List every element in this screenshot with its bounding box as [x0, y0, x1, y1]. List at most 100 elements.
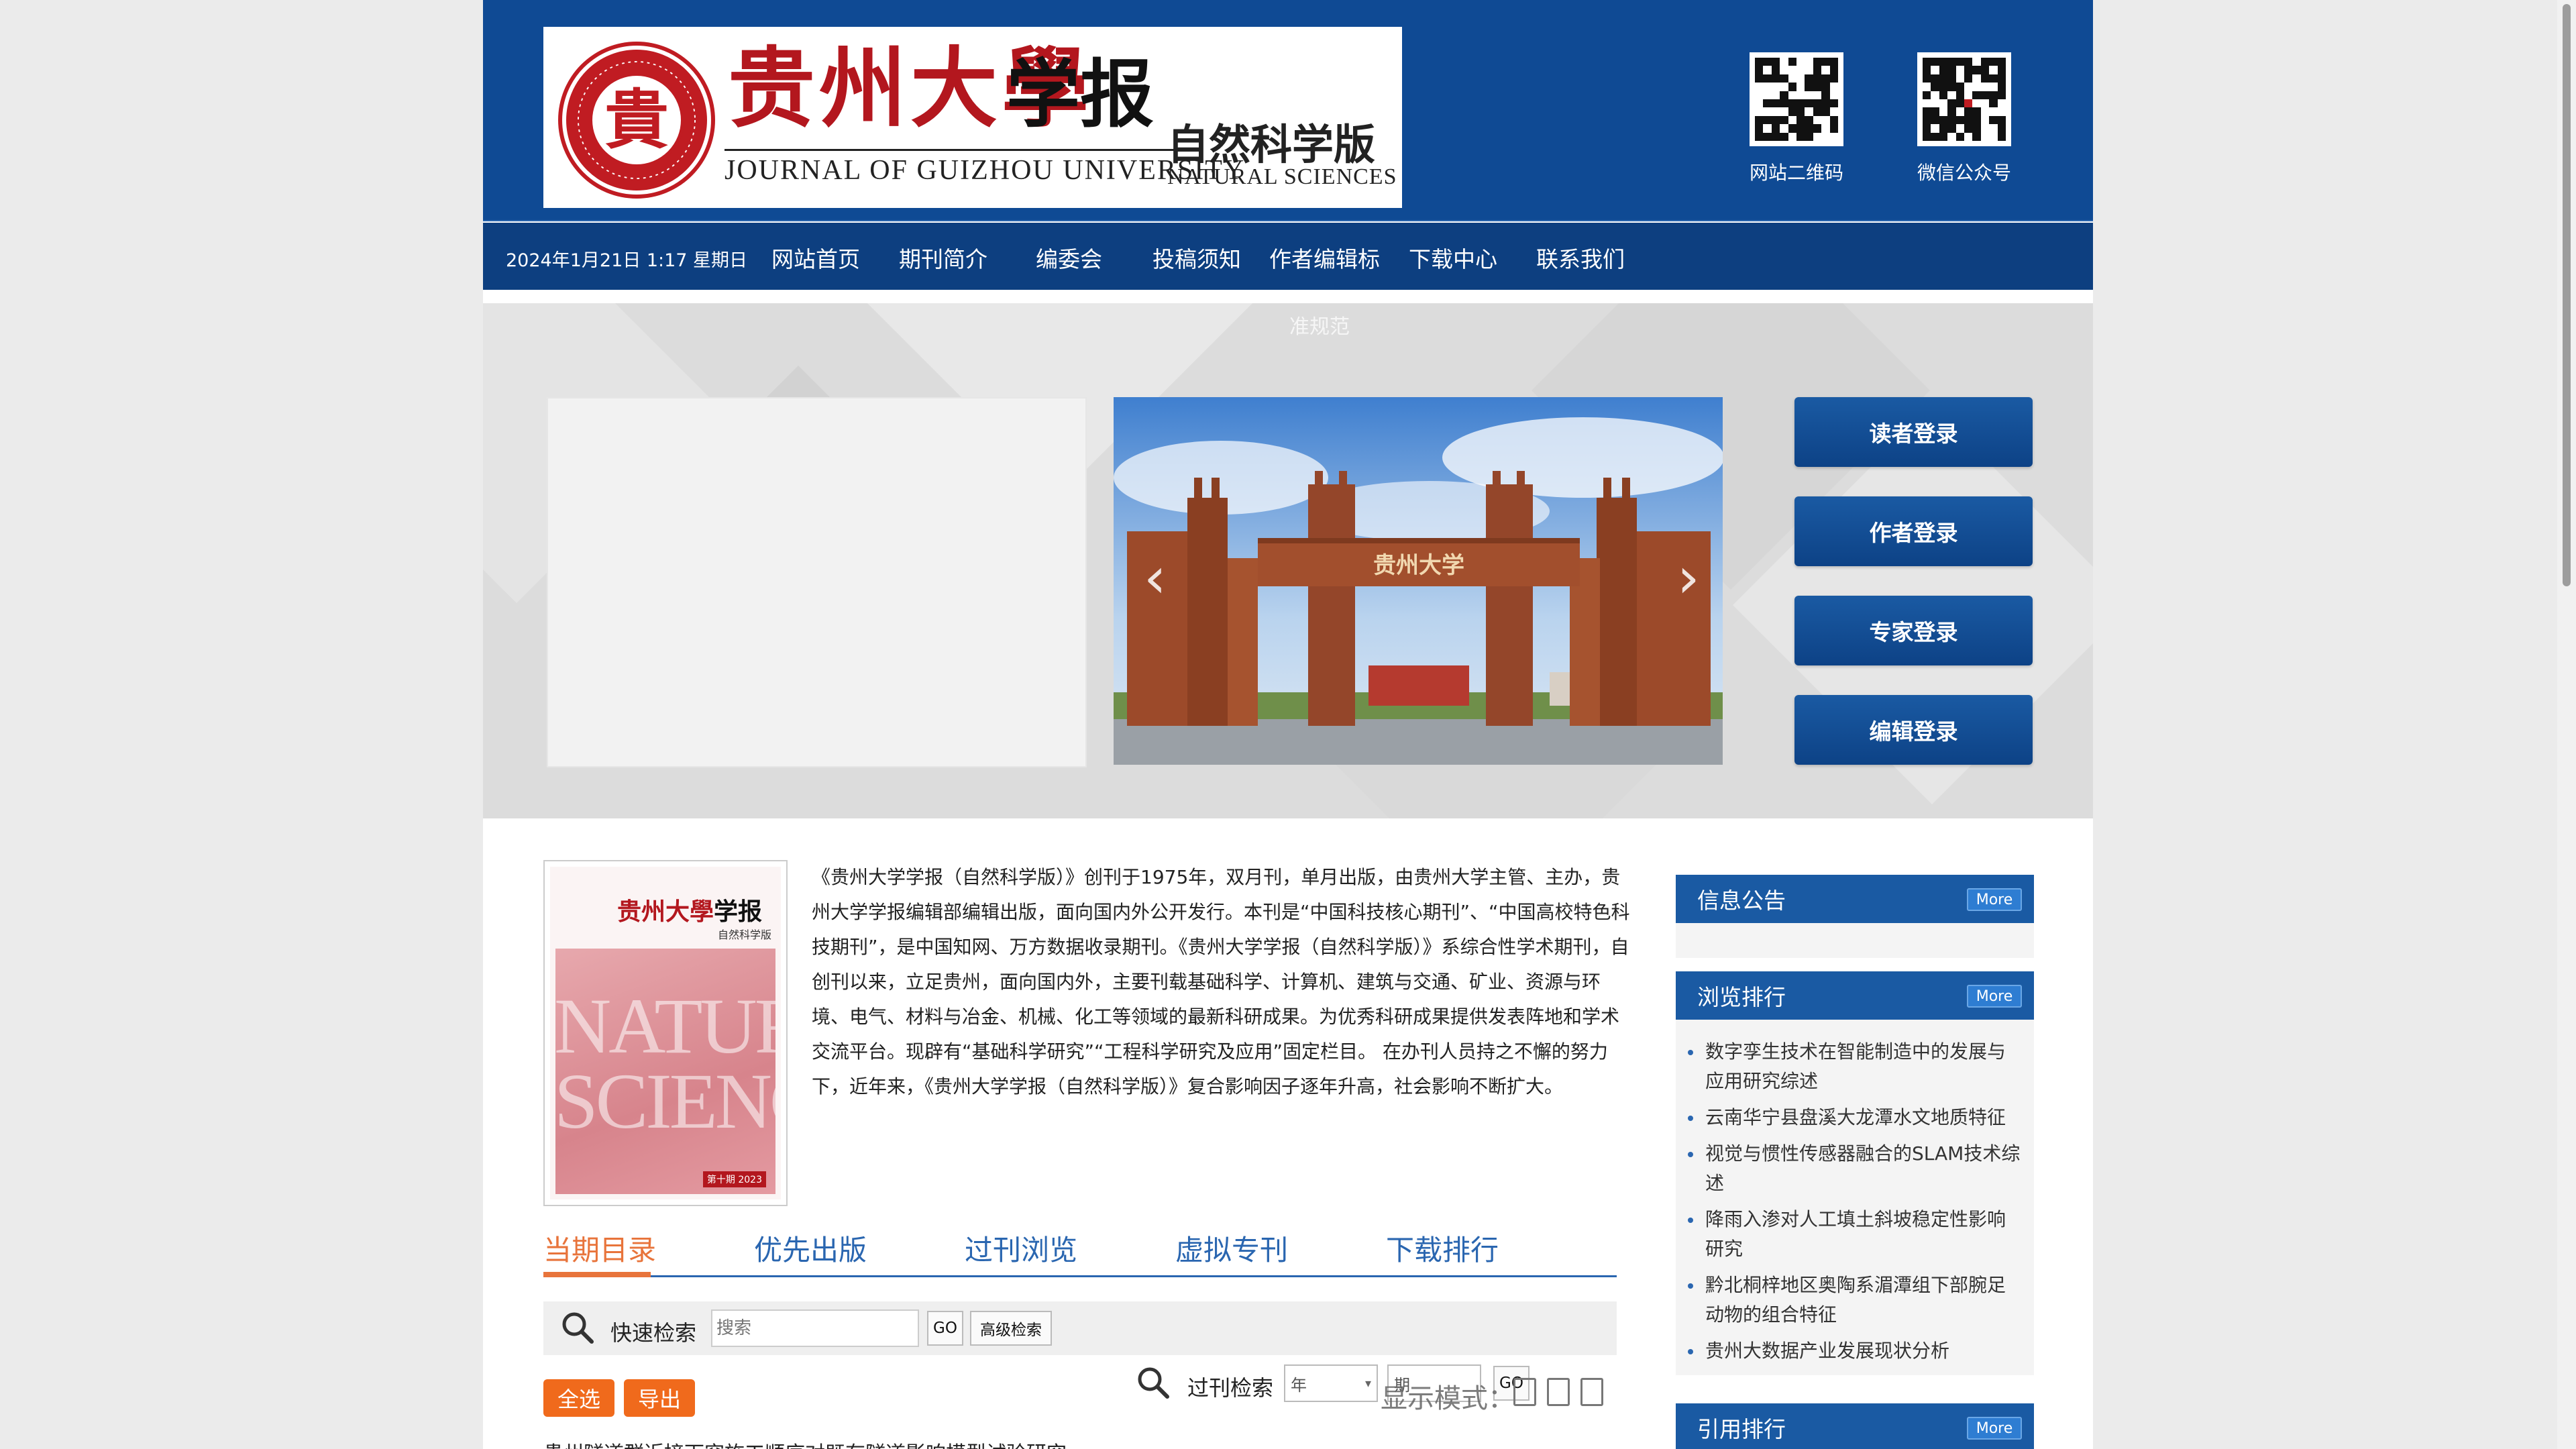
nav-item-about[interactable]: 期刊简介: [899, 241, 987, 274]
nav-item-submission-guide[interactable]: 投稿须知: [1152, 241, 1241, 274]
logo-divider: [724, 149, 1194, 151]
qr-module: [1939, 107, 1948, 116]
qr-module: [1788, 99, 1796, 108]
cover-edition: 自然科学版: [718, 928, 772, 941]
qr-module: [1939, 74, 1948, 83]
export-button[interactable]: 导出: [624, 1379, 695, 1417]
search-icon: [562, 1312, 594, 1344]
qr-module: [1972, 115, 1981, 125]
qr-module: [1947, 99, 1956, 108]
browse-ranking-more-button[interactable]: More: [1967, 985, 2022, 1008]
qr-module: [1989, 66, 1998, 74]
qr-module: [1821, 132, 1830, 141]
qr-module: [1955, 99, 1964, 108]
nav-item-editorial-board[interactable]: 编委会: [1036, 241, 1102, 274]
detail-view-icon[interactable]: [1547, 1378, 1570, 1406]
qr-module: [1755, 99, 1764, 108]
nav-item-author-standards[interactable]: 作者编辑标: [1269, 241, 1380, 274]
quick-search-go-button[interactable]: GO: [927, 1311, 963, 1346]
qr-module: [1829, 107, 1838, 116]
qr-module: [1972, 83, 1981, 91]
qr-module: [1763, 66, 1772, 74]
quick-search-input[interactable]: [711, 1309, 919, 1347]
qr-module: [1964, 74, 1973, 83]
list-item[interactable]: 降雨入渗对人工填土斜坡稳定性影响研究: [1676, 1205, 2034, 1264]
nav-item-downloads[interactable]: 下载中心: [1409, 241, 1497, 274]
tab-current-issue[interactable]: 当期目录: [543, 1228, 656, 1269]
cover-title-cn: 贵州大學: [617, 898, 714, 926]
list-item[interactable]: 视觉与惯性传感器融合的SLAM技术综述: [1676, 1139, 2034, 1198]
list-item[interactable]: 贵州大数据产业发展现状分析: [1676, 1336, 2034, 1366]
qr-module: [1939, 115, 1948, 125]
select-all-button[interactable]: 全选: [543, 1379, 614, 1417]
qr-module: [1980, 83, 1990, 91]
nav-item-home[interactable]: 网站首页: [771, 241, 860, 274]
campus-gate-image: 贵州大学: [1114, 397, 1723, 765]
tab-virtual-issue[interactable]: 虚拟专刊: [1175, 1228, 1288, 1269]
article-title-partial[interactable]: 贵州隧道群近接下穿施工顺序对既有隧道影响模型试验研究: [543, 1437, 1067, 1449]
citation-ranking-header: 引用排行 More: [1676, 1403, 2034, 1449]
tab-download-ranking[interactable]: 下载排行: [1386, 1228, 1499, 1269]
editor-login-button[interactable]: 编辑登录: [1794, 695, 2033, 765]
qr-module: [1947, 115, 1956, 125]
scrollbar[interactable]: [2557, 0, 2576, 1449]
tab-back-issues[interactable]: 过刊浏览: [965, 1228, 1077, 1269]
slider-next-arrow-icon[interactable]: ›: [1677, 545, 1700, 610]
qr-module: [1763, 58, 1772, 66]
qr-module: [1796, 58, 1805, 66]
nav-item-overflow-text[interactable]: 准规范: [1289, 310, 1350, 339]
qr-module: [1997, 124, 2006, 133]
qr-module: [1947, 132, 1956, 141]
list-item[interactable]: 云南华宁县盘溪大龙潭水文地质特征: [1676, 1103, 2034, 1132]
qr-module: [1813, 66, 1822, 74]
qr-module: [1964, 66, 1973, 74]
advanced-search-button[interactable]: 高级检索: [970, 1311, 1052, 1346]
campus-gate-photo[interactable]: 贵州大学: [1114, 397, 1723, 765]
qr-module: [1813, 74, 1822, 83]
citation-ranking-more-button[interactable]: More: [1967, 1417, 2022, 1440]
qr-module: [1980, 66, 1990, 74]
journal-logo[interactable]: 貴 贵州大學 学报 JOURNAL OF GUIZHOU UNIVERSITY …: [543, 27, 1402, 208]
nav-item-contact[interactable]: 联系我们: [1536, 241, 1625, 274]
list-item[interactable]: 数字孪生技术在智能制造中的发展与应用研究综述: [1676, 1037, 2034, 1096]
qr-module: [1931, 66, 1939, 74]
qr-module: [1796, 124, 1805, 133]
qr-module: [1813, 124, 1822, 133]
qr-module: [1947, 107, 1956, 116]
site-qr-code-icon[interactable]: [1750, 52, 1843, 146]
qr-module: [1763, 107, 1772, 116]
qr-module: [1997, 83, 2006, 91]
expert-login-button[interactable]: 专家登录: [1794, 596, 2033, 665]
notices-more-button[interactable]: More: [1967, 888, 2022, 911]
qr-module: [1788, 58, 1796, 66]
scrollbar-thumb[interactable]: [2563, 4, 2571, 586]
qr-module: [1923, 115, 1931, 125]
qr-module: [1931, 58, 1939, 66]
tab-online-first[interactable]: 优先出版: [754, 1228, 867, 1269]
slider-prev-arrow-icon[interactable]: ‹: [1144, 545, 1167, 610]
qr-module: [1755, 132, 1764, 141]
cover-art-text: NATURAL SCIENCES: [555, 982, 775, 1146]
simple-view-icon[interactable]: [1580, 1378, 1603, 1406]
reader-login-button[interactable]: 读者登录: [1794, 397, 2033, 467]
author-login-button[interactable]: 作者登录: [1794, 496, 2033, 566]
qr-module: [1955, 107, 1964, 116]
qr-module: [1964, 83, 1973, 91]
qr-module: [1947, 124, 1956, 133]
quick-search-bar: 快速检索 GO 高级检索: [543, 1301, 1617, 1355]
qr-module: [1989, 74, 1998, 83]
qr-module: [1989, 83, 1998, 91]
journal-cover[interactable]: 贵州大學学报 自然科学版 NATURAL SCIENCES 第十期 2023: [543, 860, 788, 1206]
qr-module: [1771, 91, 1780, 99]
qr-module: [1923, 83, 1931, 91]
wechat-qr-code-icon[interactable]: [1917, 52, 2011, 146]
list-item[interactable]: 黔北桐梓地区奥陶系湄潭组下部腕足动物的组合特征: [1676, 1271, 2034, 1330]
browse-ranking-title: 浏览排行: [1697, 984, 1786, 1010]
qr-module: [1931, 124, 1939, 133]
year-select[interactable]: 年 ▾: [1284, 1364, 1378, 1402]
qr-module: [1755, 58, 1764, 66]
image-view-icon[interactable]: [1513, 1378, 1536, 1406]
qr-module: [1989, 115, 1998, 125]
qr-module: [1997, 66, 2006, 74]
qr-module: [1821, 124, 1830, 133]
